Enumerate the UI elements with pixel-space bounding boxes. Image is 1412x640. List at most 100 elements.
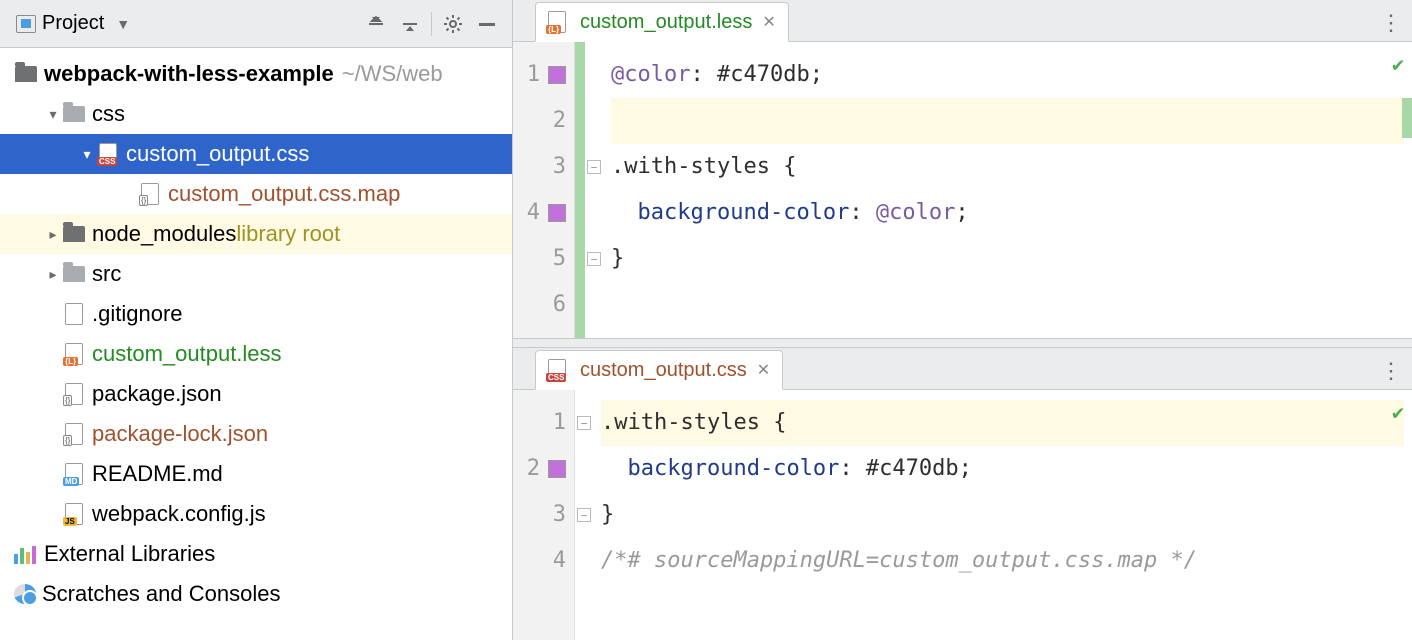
change-marker-strip — [575, 42, 585, 338]
js-icon: JS — [62, 504, 86, 524]
scratches-consoles[interactable]: Scratches and Consoles — [0, 574, 512, 614]
code-lines-top[interactable]: @color: #c470db; .with-styles { backgroun… — [603, 42, 1412, 338]
tree-item-label: custom_output.css.map — [168, 181, 400, 207]
tree-item-label: css — [92, 101, 125, 127]
code-line[interactable]: } — [611, 236, 1404, 282]
root-name: webpack-with-less-example — [44, 61, 334, 87]
tree-item[interactable]: ▸{}package.json — [0, 374, 512, 414]
external-libraries[interactable]: External Libraries — [0, 534, 512, 574]
css-icon: CSS — [96, 144, 120, 164]
tree-root[interactable]: webpack-with-less-example ~/WS/web — [0, 54, 512, 94]
settings-button[interactable] — [436, 7, 470, 41]
code-editor-top[interactable]: 123456 −− @color: #c470db;.with-styles {… — [513, 42, 1412, 338]
code-line[interactable]: @color: #c470db; — [611, 52, 1404, 98]
external-libraries-label: External Libraries — [44, 541, 215, 567]
line-number: 3 — [553, 144, 566, 190]
fold-column-top: −− — [585, 42, 603, 338]
tree-item[interactable]: ▸{}custom_output.css.map — [0, 174, 512, 214]
tabbar-top: {L} custom_output.less ✕ ⋮ — [513, 0, 1412, 42]
color-swatch[interactable] — [548, 66, 566, 84]
editor-pane-top: {L} custom_output.less ✕ ⋮ 123456 −− @co… — [513, 0, 1412, 338]
project-tree[interactable]: webpack-with-less-example ~/WS/web ▾css▾… — [0, 48, 512, 640]
root-path: ~/WS/web — [342, 61, 443, 87]
chevron-down-icon: ▼ — [116, 16, 130, 32]
code-line[interactable]: } — [601, 492, 1404, 538]
editor-splitter[interactable] — [513, 338, 1412, 348]
line-number: 2 — [527, 446, 540, 492]
tree-item-label: webpack.config.js — [92, 501, 266, 527]
line-number: 1 — [527, 52, 540, 98]
tab-custom-output-less[interactable]: {L} custom_output.less ✕ — [535, 2, 789, 42]
line-number: 2 — [553, 98, 566, 144]
json-icon: {} — [62, 384, 86, 404]
md-icon: MD — [62, 464, 86, 484]
expand-arrow-icon[interactable]: ▸ — [44, 226, 62, 243]
inspection-ok-icon[interactable]: ✔ — [1392, 52, 1404, 76]
tree-item[interactable]: ▸.gitignore — [0, 294, 512, 334]
color-swatch[interactable] — [548, 204, 566, 222]
code-lines-bottom[interactable]: .with-styles { background-color: #c470db… — [593, 390, 1412, 640]
file-icon — [62, 304, 86, 324]
close-icon[interactable]: ✕ — [757, 360, 770, 380]
libraries-icon — [14, 544, 38, 564]
code-line[interactable]: /*# sourceMappingURL=custom_output.css.m… — [601, 538, 1404, 584]
tab-custom-output-css[interactable]: CSS custom_output.css ✕ — [535, 350, 783, 390]
tree-item[interactable]: ▸{L}custom_output.less — [0, 334, 512, 374]
project-icon — [16, 15, 36, 33]
inspection-ok-icon[interactable]: ✔ — [1392, 400, 1404, 424]
right-change-marker — [1402, 98, 1412, 138]
code-line[interactable] — [611, 282, 1404, 328]
less-icon: {L} — [62, 344, 86, 364]
color-swatch[interactable] — [548, 460, 566, 478]
project-sidebar: Project ▼ webpack-with-less-example ~/WS… — [0, 0, 513, 640]
tree-item[interactable]: ▾CSS custom_output.css — [0, 134, 512, 174]
project-view-selector[interactable]: Project ▼ — [8, 8, 138, 39]
line-number: 3 — [553, 492, 566, 538]
tree-item[interactable]: ▸MDREADME.md — [0, 454, 512, 494]
line-number: 4 — [527, 190, 540, 236]
less-file-icon: {L} — [548, 11, 570, 33]
fold-column-bottom: −− — [575, 390, 593, 640]
code-line[interactable]: .with-styles { — [601, 400, 1404, 446]
fold-open-icon[interactable]: − — [587, 160, 601, 174]
tab-more-button[interactable]: ⋮ — [1380, 358, 1400, 384]
fold-open-icon[interactable]: − — [577, 416, 591, 430]
tree-item[interactable]: ▾ css — [0, 94, 512, 134]
expand-arrow-icon[interactable]: ▾ — [44, 106, 62, 123]
tree-item[interactable]: ▸{}package-lock.json — [0, 414, 512, 454]
tree-item-label: .gitignore — [92, 301, 183, 327]
tree-item-label: README.md — [92, 461, 223, 487]
code-line[interactable]: background-color: @color; — [611, 190, 1404, 236]
tree-item-label: node_modules — [92, 221, 236, 247]
close-icon[interactable]: ✕ — [762, 12, 775, 32]
fold-close-icon[interactable]: − — [587, 252, 601, 266]
line-number: 4 — [553, 538, 566, 584]
code-line[interactable] — [611, 98, 1404, 144]
json-icon: {} — [138, 184, 162, 204]
code-editor-bottom[interactable]: 1234 −− .with-styles { background-color:… — [513, 390, 1412, 640]
project-tool-header: Project ▼ — [0, 0, 512, 48]
tree-item[interactable]: ▸src — [0, 254, 512, 294]
tab-label: custom_output.less — [580, 11, 752, 34]
collapse-all-button[interactable] — [393, 7, 427, 41]
expand-arrow-icon[interactable]: ▾ — [78, 146, 96, 163]
gutter-bottom: 1234 — [513, 390, 575, 640]
editor-split: {L} custom_output.less ✕ ⋮ 123456 −− @co… — [513, 0, 1412, 640]
editor-pane-bottom: CSS custom_output.css ✕ ⋮ 1234 −− .with-… — [513, 348, 1412, 640]
expand-arrow-icon[interactable]: ▸ — [44, 266, 62, 283]
tree-item-label: custom_output.less — [92, 341, 282, 367]
scratches-icon — [14, 584, 36, 604]
line-number: 5 — [553, 236, 566, 282]
scratches-label: Scratches and Consoles — [42, 581, 280, 607]
tree-item[interactable]: ▸JSwebpack.config.js — [0, 494, 512, 534]
fold-close-icon[interactable]: − — [577, 508, 591, 522]
hide-button[interactable] — [470, 7, 504, 41]
tabbar-bottom: CSS custom_output.css ✕ ⋮ — [513, 348, 1412, 390]
expand-all-button[interactable] — [359, 7, 393, 41]
code-line[interactable]: background-color: #c470db; — [601, 446, 1404, 492]
tree-item[interactable]: ▸node_modules library root — [0, 214, 512, 254]
code-line[interactable]: .with-styles { — [611, 144, 1404, 190]
tab-more-button[interactable]: ⋮ — [1380, 10, 1400, 36]
tree-item-label: custom_output.css — [126, 141, 309, 167]
gutter-top: 123456 — [513, 42, 575, 338]
